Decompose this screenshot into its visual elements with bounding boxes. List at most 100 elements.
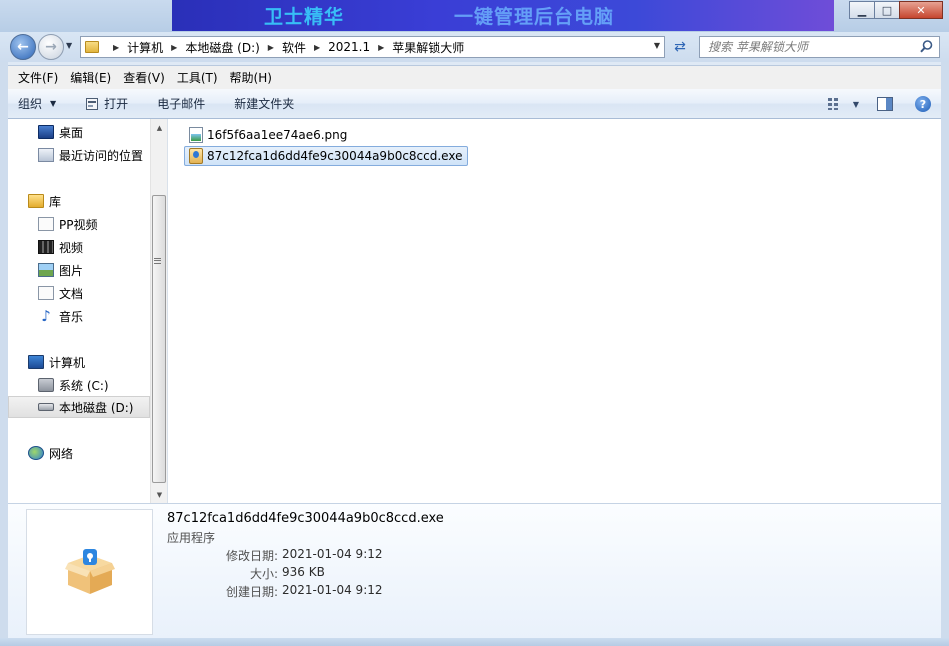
nav-item-documents[interactable]: 文档: [8, 282, 150, 304]
nav-item-c-drive[interactable]: 系统 (C:): [8, 374, 150, 396]
view-controls: ▼ ?: [823, 89, 941, 119]
nav-item-desktop[interactable]: 桌面: [8, 121, 150, 143]
file-list-pane[interactable]: 16f5f6aa1ee74ae6.png 87c12fca1d6dd4fe9c3…: [167, 119, 941, 503]
minimize-button[interactable]: ▁: [849, 1, 875, 19]
menu-edit[interactable]: 编辑(E): [64, 69, 117, 86]
menu-view[interactable]: 查看(V): [117, 69, 171, 86]
refresh-button[interactable]: ⇄: [668, 37, 692, 57]
library-icon: [28, 194, 44, 208]
forward-button[interactable]: →: [38, 34, 64, 60]
modified-label: 修改日期:: [225, 549, 278, 563]
chevron-right-icon[interactable]: ▶: [378, 43, 384, 52]
local-disk-icon: [38, 403, 54, 411]
created-value: 2021-01-04 9:12: [282, 583, 383, 597]
open-label: 打开: [104, 97, 129, 111]
nav-item-libraries[interactable]: 库: [8, 190, 150, 212]
forward-arrow-icon: →: [45, 39, 57, 55]
back-button[interactable]: ←: [10, 34, 36, 60]
folder-icon: [85, 41, 99, 53]
nav-item-label: 最近访问的位置: [59, 148, 144, 163]
refresh-icon: ⇄: [674, 39, 686, 55]
music-icon: ♪: [41, 307, 51, 325]
menu-file[interactable]: 文件(F): [12, 69, 64, 86]
pictures-icon: [38, 263, 54, 277]
chevron-right-icon[interactable]: ▶: [268, 43, 274, 52]
details-file-type: 应用程序: [167, 531, 216, 545]
search-input[interactable]: [708, 40, 908, 54]
nav-item-label: 本地磁盘 (D:): [59, 400, 134, 415]
nav-item-pictures[interactable]: 图片: [8, 259, 150, 281]
title-bar: 卫士精华 一键管理后台电脑 ▁ □ ✕: [0, 0, 949, 32]
nav-section-label: 网络: [49, 446, 74, 461]
help-button[interactable]: ?: [905, 89, 941, 119]
organize-label: 组织: [18, 97, 43, 111]
recent-places-icon: [38, 148, 54, 162]
email-label: 电子邮件: [157, 97, 206, 111]
menu-tools[interactable]: 工具(T): [171, 69, 224, 86]
nav-item-recent-places[interactable]: 最近访问的位置: [8, 144, 150, 166]
nav-item-videos[interactable]: 视频: [8, 236, 150, 258]
search-icon[interactable]: [920, 40, 933, 53]
menu-bar: 文件(F) 编辑(E) 查看(V) 工具(T) 帮助(H): [8, 65, 941, 89]
navigation-pane: 桌面 最近访问的位置 库 PP视频 视频 图片 文档 ♪ 音乐 计算机 系统 (…: [8, 119, 150, 503]
nav-item-label: 文档: [59, 286, 84, 301]
chevron-down-icon: ▼: [50, 99, 57, 108]
organize-button[interactable]: 组织 ▼: [8, 89, 76, 118]
address-dropdown-icon[interactable]: ▼: [654, 41, 660, 50]
chevron-right-icon[interactable]: ▶: [171, 43, 177, 52]
nav-item-d-drive[interactable]: 本地磁盘 (D:): [8, 396, 150, 418]
menu-help[interactable]: 帮助(H): [224, 69, 278, 86]
details-file-name: 87c12fca1d6dd4fe9c30044a9b0c8ccd.exe: [167, 511, 444, 526]
navigation-scrollbar[interactable]: ▲ ▼: [150, 119, 167, 503]
nav-item-computer[interactable]: 计算机: [8, 351, 150, 373]
preview-pane-button[interactable]: [865, 89, 905, 119]
details-pane: 87c12fca1d6dd4fe9c30044a9b0c8ccd.exe 应用程…: [8, 503, 941, 638]
window-frame-left: [0, 62, 8, 638]
pp-video-icon: [38, 217, 54, 231]
nav-item-music[interactable]: ♪ 音乐: [8, 305, 150, 327]
nav-item-network[interactable]: 网络: [8, 442, 150, 464]
documents-icon: [38, 286, 54, 300]
window-frame-right: [941, 62, 949, 638]
size-label: 大小:: [249, 567, 278, 581]
file-item-exe[interactable]: 87c12fca1d6dd4fe9c30044a9b0c8ccd.exe: [184, 146, 469, 166]
system-drive-icon: [38, 378, 54, 392]
breadcrumb-computer[interactable]: 计算机: [127, 39, 163, 56]
view-options-dropdown-icon[interactable]: ▼: [847, 89, 865, 119]
chevron-right-icon[interactable]: ▶: [314, 43, 320, 52]
scroll-thumb[interactable]: [152, 195, 166, 483]
search-box[interactable]: [699, 36, 940, 58]
scroll-down-button[interactable]: ▼: [151, 486, 168, 503]
breadcrumb-2021-1[interactable]: 2021.1: [328, 40, 370, 54]
chevron-right-icon[interactable]: ▶: [113, 43, 119, 52]
scroll-up-button[interactable]: ▲: [151, 119, 168, 136]
email-button[interactable]: 电子邮件: [137, 89, 214, 118]
back-arrow-icon: ←: [17, 39, 29, 55]
nav-item-label: 图片: [59, 263, 84, 278]
file-item-png[interactable]: 16f5f6aa1ee74ae6.png: [184, 125, 353, 145]
address-bar[interactable]: ▶ 计算机 ▶ 本地磁盘 (D:) ▶ 软件 ▶ 2021.1 ▶ 苹果解锁大师…: [80, 36, 665, 58]
nav-section-label: 库: [49, 194, 62, 209]
nav-item-pp-video[interactable]: PP视频: [8, 213, 150, 235]
recent-pages-dropdown-icon[interactable]: ▼: [66, 41, 72, 50]
window-controls: ▁ □ ✕: [849, 1, 943, 19]
breadcrumb-software[interactable]: 软件: [282, 39, 306, 56]
scroll-grip-icon: [154, 258, 161, 264]
new-folder-label: 新建文件夹: [234, 97, 295, 111]
view-list-icon: [828, 98, 838, 110]
open-button[interactable]: 打开: [76, 89, 137, 118]
video-icon: [38, 240, 54, 254]
maximize-button[interactable]: □: [874, 1, 900, 19]
package-box-icon: [64, 549, 115, 594]
desktop-icon: [38, 125, 54, 139]
new-folder-button[interactable]: 新建文件夹: [214, 89, 303, 118]
details-created-row: 创建日期: 2021-01-04 9:12: [167, 583, 383, 600]
exe-file-icon: [189, 148, 203, 164]
breadcrumb-d-drive[interactable]: 本地磁盘 (D:): [185, 39, 259, 56]
breadcrumb-current-folder[interactable]: 苹果解锁大师: [392, 39, 464, 56]
computer-icon: [28, 355, 44, 369]
nav-item-label: 视频: [59, 240, 84, 255]
change-view-button[interactable]: [823, 89, 847, 119]
command-bar: 组织 ▼ 打开 电子邮件 新建文件夹 ▼ ?: [8, 89, 941, 119]
close-button[interactable]: ✕: [899, 1, 943, 19]
